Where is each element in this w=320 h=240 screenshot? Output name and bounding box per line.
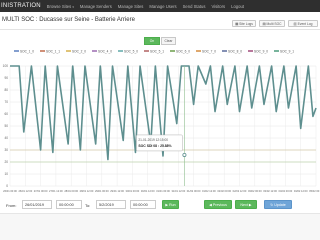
nav-browse-sites[interactable]: Browse Sites ▾ — [47, 4, 74, 9]
x-tick-label: 04/02 00:00 — [279, 189, 293, 193]
y-tick-label: 10 — [4, 172, 8, 176]
y-tick-label: 20 — [4, 160, 8, 164]
y-tick-label: 70 — [4, 100, 8, 104]
log-icon: ▥ — [293, 21, 297, 26]
x-tick-label: 27/01 00:00 — [34, 189, 48, 193]
x-tick-label: 26/01 12:00 — [18, 189, 32, 193]
chart-legend: SOC_1_0 SOC_1_1 SOC_2_0 SOC_4_0 SOC_5_0 SOC_5… — [14, 49, 294, 53]
legend-label: SOC_6_0 — [176, 49, 190, 53]
legend-label: SOC_5_1 — [150, 49, 164, 53]
run-label: Run — [169, 202, 176, 207]
next-label: Next — [240, 202, 248, 207]
x-tick-label: 03/02 12:00 — [263, 189, 277, 193]
legend-label: SOC_8_0 — [228, 49, 242, 53]
x-tick-label: 31/01 12:00 — [171, 189, 185, 193]
multi-soc-button[interactable]: ▤ Multi SOC — [259, 20, 285, 27]
x-tick-label: 26/01 00:00 — [3, 189, 17, 193]
x-tick-label: 30/01 12:00 — [141, 189, 155, 193]
x-tick-label: 31/01 00:00 — [156, 189, 170, 193]
top-navbar: INISTRATION Browse Sites ▾ Manage Sender… — [0, 0, 320, 12]
x-tick-label: 02/02 12:00 — [233, 189, 247, 193]
tooltip-timestamp: 21-01-2019 12:15:00 — [138, 138, 168, 142]
legend-label: SOC_7_0 — [202, 49, 216, 53]
to-time-input[interactable]: 00:00:00 — [130, 200, 156, 209]
nav-logout[interactable]: Logout — [231, 4, 244, 9]
y-tick-label: 60 — [4, 112, 8, 116]
y-tick-label: 50 — [4, 124, 8, 128]
to-date-input[interactable]: 5/2/2019 — [96, 200, 126, 209]
list-icon: ▦ — [235, 21, 239, 26]
legend-label: SOC_1_1 — [46, 49, 60, 53]
y-tick-label: 0 — [6, 184, 8, 188]
y-tick-label: 90 — [4, 76, 8, 80]
x-tick-label: 04/02 12:00 — [294, 189, 308, 193]
event-log-button[interactable]: ▥ Event Log — [288, 20, 318, 27]
refresh-icon: ↻ — [270, 202, 274, 207]
site-logs-label: Site Logs — [239, 21, 253, 26]
x-tick-label: 29/01 00:00 — [95, 189, 109, 193]
page-title: MULTI SOC : Ducasse sur Seine - Batterie… — [2, 17, 135, 23]
from-label: From: — [6, 203, 17, 208]
x-tick-label: 05/02 00:00 — [309, 189, 320, 193]
next-button[interactable]: Next ▶ — [235, 200, 257, 209]
x-tick-label: 03/02 00:00 — [248, 189, 262, 193]
caret-down-icon: ▾ — [72, 4, 74, 9]
nav-send-status[interactable]: Send Status — [183, 4, 206, 9]
nav-visitors[interactable]: Visitors — [211, 4, 225, 9]
x-tick-label: 28/01 00:00 — [64, 189, 78, 193]
site-logs-button[interactable]: ▦ Site Logs — [232, 20, 256, 27]
from-date-input[interactable]: 26/01/2019 — [22, 200, 52, 209]
y-tick-label: 80 — [4, 88, 8, 92]
run-button[interactable]: ▶ Run — [162, 200, 179, 209]
previous-button[interactable]: ◀ Previous — [204, 200, 232, 209]
controls-band — [0, 213, 320, 240]
to-label: To: — [85, 203, 91, 208]
legend-label: SOC_2_0 — [72, 49, 86, 53]
nav-manage-users[interactable]: Manage Users — [149, 4, 176, 9]
nav-browse-sites-label: Browse Sites — [46, 3, 72, 9]
legend-label: SOC_5_0 — [124, 49, 138, 53]
from-time-input[interactable]: 00:00:00 — [56, 200, 82, 209]
update-label: Update — [274, 202, 286, 207]
x-tick-label: 27/01 12:00 — [49, 189, 63, 193]
nav-manage-senders[interactable]: Manage Senders — [80, 4, 112, 9]
multi-soc-label: Multi SOC — [266, 21, 282, 26]
x-tick-label: 28/01 12:00 — [80, 189, 94, 193]
x-tick-label: 30/01 00:00 — [126, 189, 140, 193]
arrow-right-icon: ▶ — [248, 202, 252, 207]
app-brand[interactable]: INISTRATION — [1, 3, 41, 9]
play-icon: ▶ — [165, 202, 169, 207]
y-tick-label: 100 — [3, 64, 9, 68]
x-tick-label: 01/02 00:00 — [187, 189, 201, 193]
y-tick-label: 40 — [4, 136, 8, 140]
chart-icon: ▤ — [262, 21, 266, 26]
x-axis-ticks: 26/01 00:00 26/01 12:00 27/01 00:00 27/01 1… — [3, 189, 320, 193]
y-axis-ticks: 0 10 20 30 40 50 60 70 80 90 100 — [3, 64, 9, 188]
x-tick-label: 02/02 00:00 — [217, 189, 231, 193]
y-tick-label: 30 — [4, 148, 8, 152]
event-log-label: Event Log — [297, 21, 313, 26]
hover-marker-point — [182, 152, 187, 157]
x-tick-label: 01/02 12:00 — [202, 189, 216, 193]
legend-label: SOC_9_0 — [254, 49, 268, 53]
title-bar: MULTI SOC : Ducasse sur Seine - Batterie… — [0, 13, 320, 30]
arrow-left-icon: ◀ — [209, 202, 212, 207]
previous-label: Previous — [212, 202, 227, 207]
x-tick-label: 29/01 12:00 — [110, 189, 124, 193]
soc-line-chart[interactable]: SOC_1_0 SOC_1_1 SOC_2_0 SOC_4_0 SOC_5_0 SOC_5… — [0, 44, 320, 199]
tooltip-value: SOC SDI 08 : 25.88% — [138, 144, 171, 148]
legend-label: SOC_9_1 — [280, 49, 294, 53]
nav-manage-sites[interactable]: Manage Sites — [118, 4, 144, 9]
legend-label: SOC_1_0 — [20, 49, 34, 53]
update-button[interactable]: ↻ Update — [264, 200, 292, 209]
legend-label: SOC_4_0 — [98, 49, 112, 53]
